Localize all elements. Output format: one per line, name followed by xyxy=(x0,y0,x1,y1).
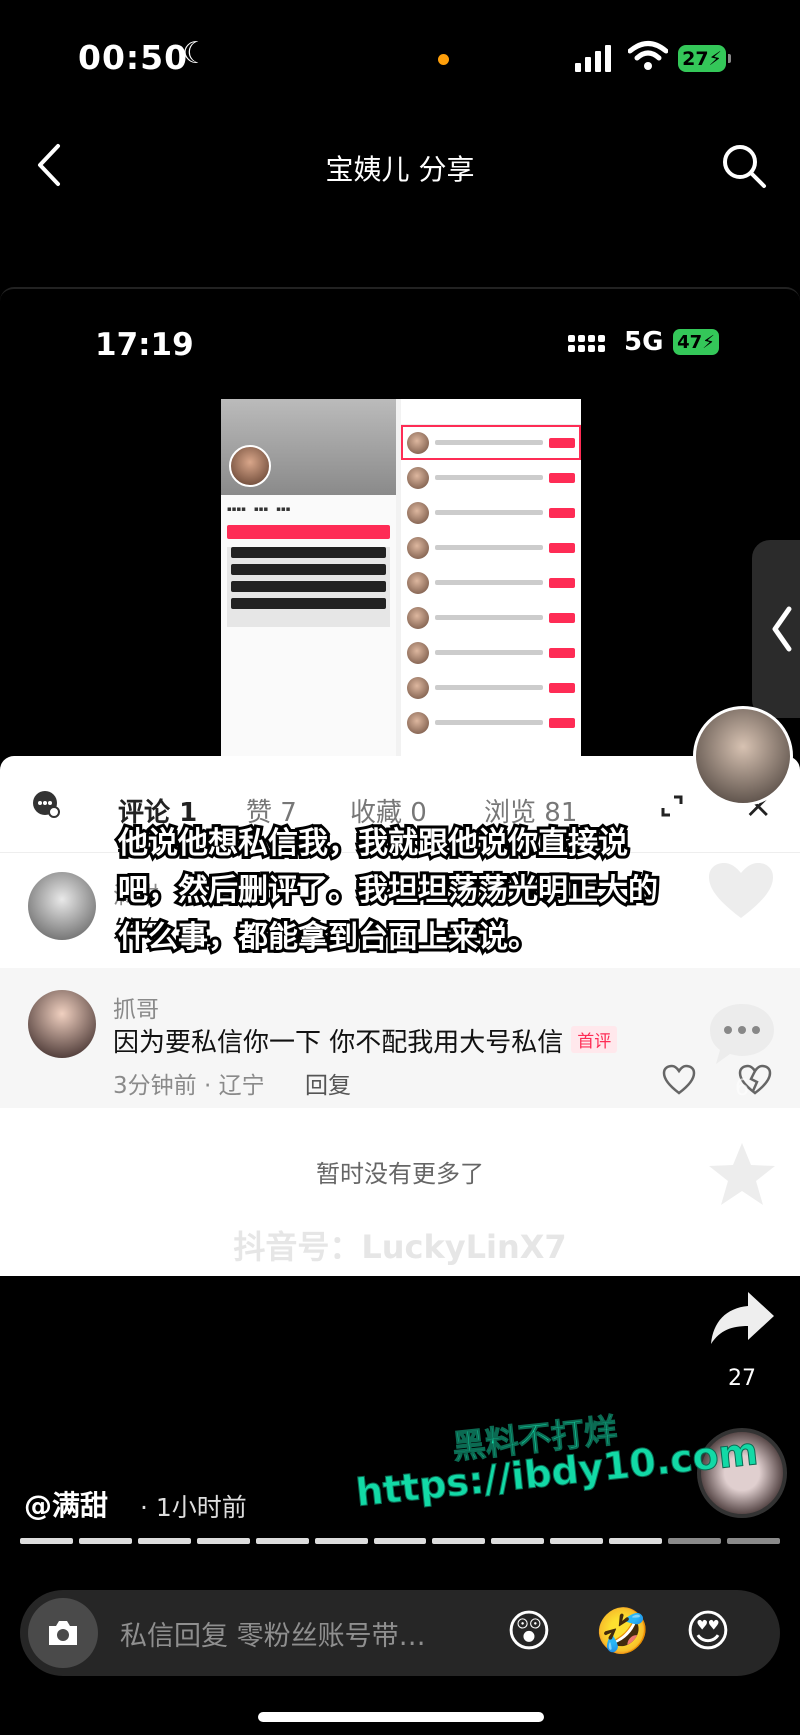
list-item xyxy=(401,530,581,565)
avatar[interactable] xyxy=(28,990,96,1058)
creator-avatar[interactable] xyxy=(693,706,793,806)
profile-stats: ▪▪▪▪ ▪▪▪ ▪▪▪ xyxy=(227,505,291,513)
expand-icon[interactable] xyxy=(660,794,684,818)
comment-icon[interactable] xyxy=(706,1000,778,1068)
comment-body: 因为要私信你一下 你不配我用大号私信 xyxy=(113,1028,564,1058)
video-clock: 17:19 xyxy=(95,327,194,363)
status-bar: 00:50 ☾ 27 ⚡ xyxy=(0,0,800,120)
like-count: 27 xyxy=(728,936,756,961)
share-icon[interactable] xyxy=(708,1288,776,1348)
page-title: 宝姨儿 分享 xyxy=(325,153,475,186)
author-handle[interactable]: @满甜 xyxy=(24,1484,108,1524)
clock: 00:50 xyxy=(78,38,189,77)
list-item xyxy=(401,705,581,740)
list-item xyxy=(401,600,581,635)
first-comment-badge: 首评 xyxy=(571,1026,618,1053)
signal-icon xyxy=(575,44,611,72)
comment-count: 6 xyxy=(735,1076,749,1101)
reply-button[interactable]: 回复 xyxy=(305,1066,351,1100)
video-signal-icon xyxy=(568,335,605,352)
battery-icon: 27 ⚡ xyxy=(678,45,731,72)
list-item xyxy=(401,425,581,460)
surprised-emoji-icon[interactable]: 😲 xyxy=(506,1604,552,1660)
home-indicator[interactable] xyxy=(258,1712,544,1722)
message-input-bar[interactable]: 私信回复 零粉丝账号带… 😲 🤣 😍 xyxy=(20,1590,780,1676)
comment-text: 因为要私信你一下 你不配我用大号私信 首评 xyxy=(113,1022,618,1059)
avatar[interactable] xyxy=(28,872,96,940)
list-header xyxy=(401,399,581,425)
laughing-emoji-icon[interactable]: 🤣 xyxy=(595,1604,650,1660)
profile-preview: ▪▪▪▪ ▪▪▪ ▪▪▪ xyxy=(221,399,396,759)
video-subtitle: 他说他想私信我，我就跟他说你直接说吧，然后删评了。我坦坦荡荡光明正大的什么事，都… xyxy=(115,823,661,958)
profile-avatar xyxy=(229,445,271,487)
favorite-star-icon[interactable] xyxy=(706,1140,778,1208)
wifi-icon xyxy=(628,41,668,70)
comment-author[interactable]: 抓哥 xyxy=(113,990,159,1024)
chevron-left-icon xyxy=(772,606,792,652)
no-more-text: 暂时没有更多了 xyxy=(316,1160,484,1188)
share-count: 27 xyxy=(728,1366,756,1391)
moon-icon: ☾ xyxy=(182,36,209,71)
video-battery-icon: 47 ⚡ xyxy=(673,329,719,355)
mic-indicator-icon xyxy=(438,54,449,65)
list-item xyxy=(401,460,581,495)
side-drawer-handle[interactable] xyxy=(752,540,800,718)
follow-button xyxy=(227,525,390,539)
followers-list-preview xyxy=(401,399,581,759)
camera-button[interactable] xyxy=(28,1598,98,1668)
favorite-count: 1 xyxy=(735,1218,749,1243)
heart-icon[interactable] xyxy=(662,1064,696,1096)
list-item xyxy=(401,565,581,600)
story-progress xyxy=(20,1538,780,1544)
list-item xyxy=(401,495,581,530)
blurred-text-block xyxy=(227,547,390,627)
post-time: · 1小时前 xyxy=(140,1493,247,1522)
message-input[interactable]: 私信回复 零粉丝账号带… xyxy=(120,1614,426,1653)
comment-settings-icon[interactable] xyxy=(32,790,60,818)
profile-banner xyxy=(221,399,396,495)
heart-eyes-emoji-icon[interactable]: 😍 xyxy=(685,1604,731,1660)
embedded-screenshot: ▪▪▪▪ ▪▪▪ ▪▪▪ xyxy=(221,399,581,759)
watermark: 抖音号：LuckyLinX7 xyxy=(233,1228,567,1266)
comment-item[interactable]: 抓哥 因为要私信你一下 你不配我用大号私信 首评 3分钟前 · 辽宁 回复 xyxy=(0,968,800,1108)
list-item xyxy=(401,635,581,670)
network-label: 5G xyxy=(624,327,664,357)
like-icon[interactable] xyxy=(705,860,777,922)
comment-meta: 3分钟前 · 辽宁 xyxy=(113,1073,265,1099)
video-battery-level: 47 xyxy=(677,331,703,353)
camera-icon xyxy=(49,1621,77,1645)
search-icon[interactable] xyxy=(720,142,768,190)
battery-level: 27 xyxy=(682,47,709,70)
list-item xyxy=(401,670,581,705)
